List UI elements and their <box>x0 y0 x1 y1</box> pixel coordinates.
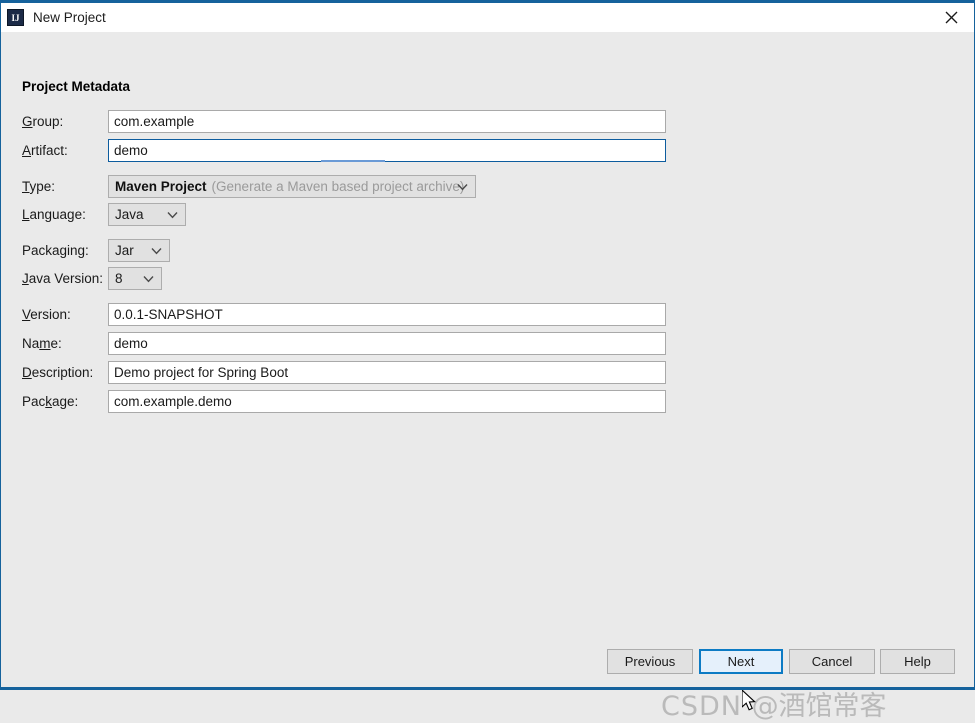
field-row-name: Name: demo <box>22 331 666 355</box>
next-button[interactable]: Next <box>699 649 783 674</box>
field-row-group: Group: com.example <box>22 109 666 133</box>
window-title: New Project <box>33 10 106 25</box>
packaging-dropdown[interactable]: Jar <box>108 238 170 262</box>
artifact-input-value: demo <box>114 142 148 158</box>
intellij-idea-icon: IJ <box>7 9 24 26</box>
chevron-down-icon <box>143 271 154 286</box>
title-bar: IJ New Project <box>1 3 974 32</box>
label-version: Version: <box>22 306 71 322</box>
help-button[interactable]: Help <box>880 649 955 674</box>
label-name: Name: <box>22 335 62 351</box>
watermark-handle: @酒馆常客 <box>751 691 887 722</box>
language-dropdown[interactable]: Java <box>108 202 186 226</box>
watermark-prefix: CSDN <box>661 691 752 722</box>
field-row-packaging: Packaging: Jar <box>22 238 170 262</box>
version-input[interactable]: 0.0.1-SNAPSHOT <box>108 302 666 326</box>
packaging-dropdown-value: Jar <box>115 242 134 258</box>
field-row-description: Description: Demo project for Spring Boo… <box>22 360 666 384</box>
group-input[interactable]: com.example <box>108 109 666 133</box>
close-icon <box>945 11 958 24</box>
field-row-package: Package: com.example.demo <box>22 389 666 413</box>
page-title: Project Metadata <box>22 79 131 94</box>
chevron-down-icon <box>167 207 178 222</box>
field-row-type: Type: Maven Project (Generate a Maven ba… <box>22 174 476 198</box>
artifact-input[interactable]: demo <box>108 138 666 162</box>
label-packaging: Packaging: <box>22 242 89 258</box>
type-dropdown-value: Maven Project <box>115 178 207 194</box>
label-type: Type: <box>22 178 56 194</box>
label-artifact: Artifact: <box>22 142 68 158</box>
close-button[interactable] <box>928 3 974 32</box>
package-input[interactable]: com.example.demo <box>108 389 666 413</box>
language-dropdown-value: Java <box>115 206 144 222</box>
java-version-dropdown[interactable]: 8 <box>108 266 162 290</box>
label-package: Package: <box>22 393 79 409</box>
name-input[interactable]: demo <box>108 331 666 355</box>
chevron-down-icon <box>457 179 468 194</box>
type-dropdown-hint: (Generate a Maven based project archive) <box>211 178 465 194</box>
label-language: Language: <box>22 206 86 222</box>
new-project-dialog: IJ New Project Project Metadata Group: c… <box>0 0 975 722</box>
java-version-dropdown-value: 8 <box>115 270 123 286</box>
label-description: Description: <box>22 364 94 380</box>
mouse-cursor-icon <box>741 688 760 717</box>
field-row-language: Language: Java <box>22 202 186 226</box>
field-row-java-version: Java Version: 8 <box>22 266 162 290</box>
chevron-down-icon <box>151 243 162 258</box>
dialog-button-bar: Previous Next Cancel Help <box>1 641 974 687</box>
cancel-button[interactable]: Cancel <box>789 649 875 674</box>
field-row-version: Version: 0.0.1-SNAPSHOT <box>22 302 666 326</box>
type-dropdown[interactable]: Maven Project (Generate a Maven based pr… <box>108 174 476 198</box>
label-group: Group: <box>22 113 64 129</box>
dialog-content: Project Metadata Group: com.example Arti… <box>1 32 974 722</box>
label-java-version: Java Version: <box>22 270 104 286</box>
text-selection-underline <box>321 159 385 162</box>
previous-button[interactable]: Previous <box>607 649 693 674</box>
field-row-artifact: Artifact: demo <box>22 138 666 162</box>
description-input[interactable]: Demo project for Spring Boot <box>108 360 666 384</box>
